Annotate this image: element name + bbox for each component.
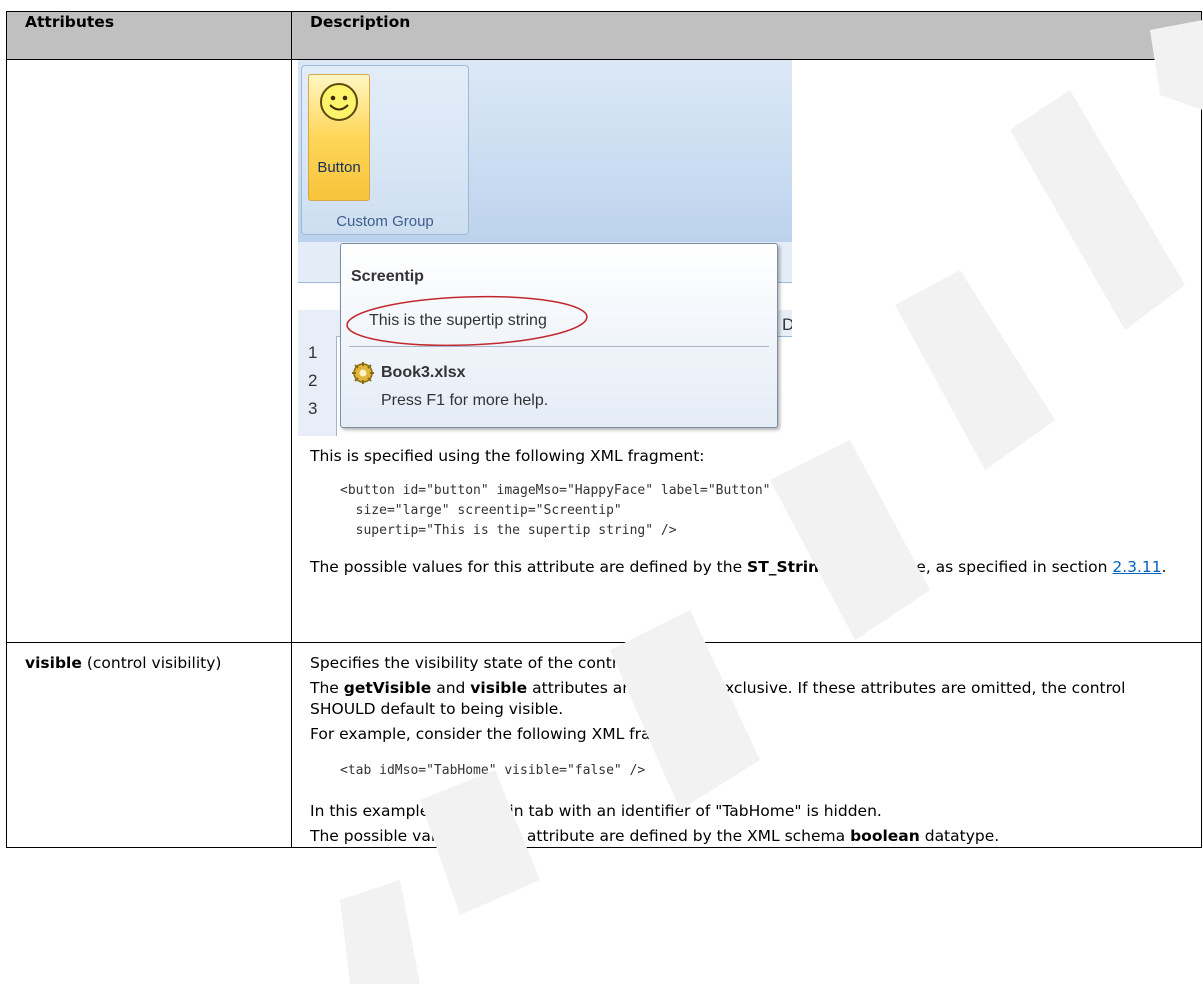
row-header: 1 2 3 — [298, 336, 337, 436]
custom-group: Button Custom Group — [301, 65, 469, 235]
highlight-ellipse — [346, 295, 588, 347]
ribbon-screenshot: Button Custom Group D 1 2 3 Screentip Th… — [298, 60, 792, 436]
tooltip-filename: Book3.xlsx — [381, 364, 466, 381]
desc-paragraph: The getVisible and visible attributes ar… — [310, 678, 1183, 720]
desc-paragraph: The possible values for this attribute a… — [310, 826, 1183, 847]
type-name: ST_String — [747, 558, 831, 576]
desc-paragraph: In this example, the built-in tab with a… — [310, 802, 882, 820]
desc-paragraph: Specifies the visibility state of the co… — [310, 654, 637, 672]
row-number: 1 — [308, 343, 318, 362]
attr-ref: visible — [470, 679, 528, 697]
header-attributes: Attributes — [6, 11, 292, 60]
code-line: size="large" screentip="Screentip" — [340, 503, 622, 518]
description-cell: Button Custom Group D 1 2 3 Screentip Th… — [291, 59, 1202, 643]
group-label: Custom Group — [336, 213, 434, 230]
type-name: boolean — [850, 827, 920, 845]
text-run: The possible values for this attribute a… — [310, 827, 851, 845]
button-label: Button — [317, 159, 361, 176]
ribbon-area: Button Custom Group — [298, 60, 792, 242]
happy-face-button: Button — [308, 74, 370, 201]
attribute-name: visible — [25, 654, 82, 672]
text-run: simple type, as specified in section — [830, 558, 1113, 576]
attribute-cell-empty — [6, 59, 292, 643]
code-line: supertip="This is the supertip string" /… — [340, 523, 677, 538]
attribute-cell: visible (control visibility) — [6, 642, 292, 848]
intro-text: This is specified using the following XM… — [310, 447, 705, 465]
smiley-icon — [320, 83, 358, 121]
tooltip-separator — [349, 346, 769, 347]
screentip-tooltip: Screentip This is the supertip string Bo… — [340, 243, 778, 428]
code-line: <button id="button" imageMso="HappyFace"… — [340, 483, 771, 498]
text-run: The — [310, 679, 344, 697]
description-cell: Specifies the visibility state of the co… — [291, 642, 1202, 848]
header-description: Description — [291, 11, 1202, 60]
attr-ref: getVisible — [343, 679, 432, 697]
row-number: 2 — [308, 371, 318, 390]
table-header-row: Attributes Description — [6, 11, 1202, 60]
text-run: and — [431, 679, 471, 697]
text-run: . — [1161, 558, 1167, 576]
section-link[interactable]: 2.3.11 — [1112, 558, 1161, 576]
column-letter: D — [782, 315, 792, 334]
addin-gear-icon — [352, 362, 374, 384]
table-row: Button Custom Group D 1 2 3 Screentip Th… — [6, 59, 1202, 643]
text-run: datatype. — [919, 827, 1000, 845]
text-run: The possible values for this attribute a… — [310, 558, 748, 576]
values-paragraph: The possible values for this attribute a… — [310, 557, 1183, 578]
code-line: <tab idMso="TabHome" visible="false" /> — [340, 763, 646, 778]
desc-paragraph: For example, consider the following XML … — [310, 725, 707, 743]
tooltip-help: Press F1 for more help. — [381, 392, 549, 409]
attributes-table: Attributes Description Button Custom Gro… — [6, 11, 1202, 848]
table-row: visible (control visibility) Specifies t… — [6, 642, 1202, 848]
attribute-desc: (control visibility) — [81, 654, 222, 672]
row-number: 3 — [308, 399, 318, 418]
